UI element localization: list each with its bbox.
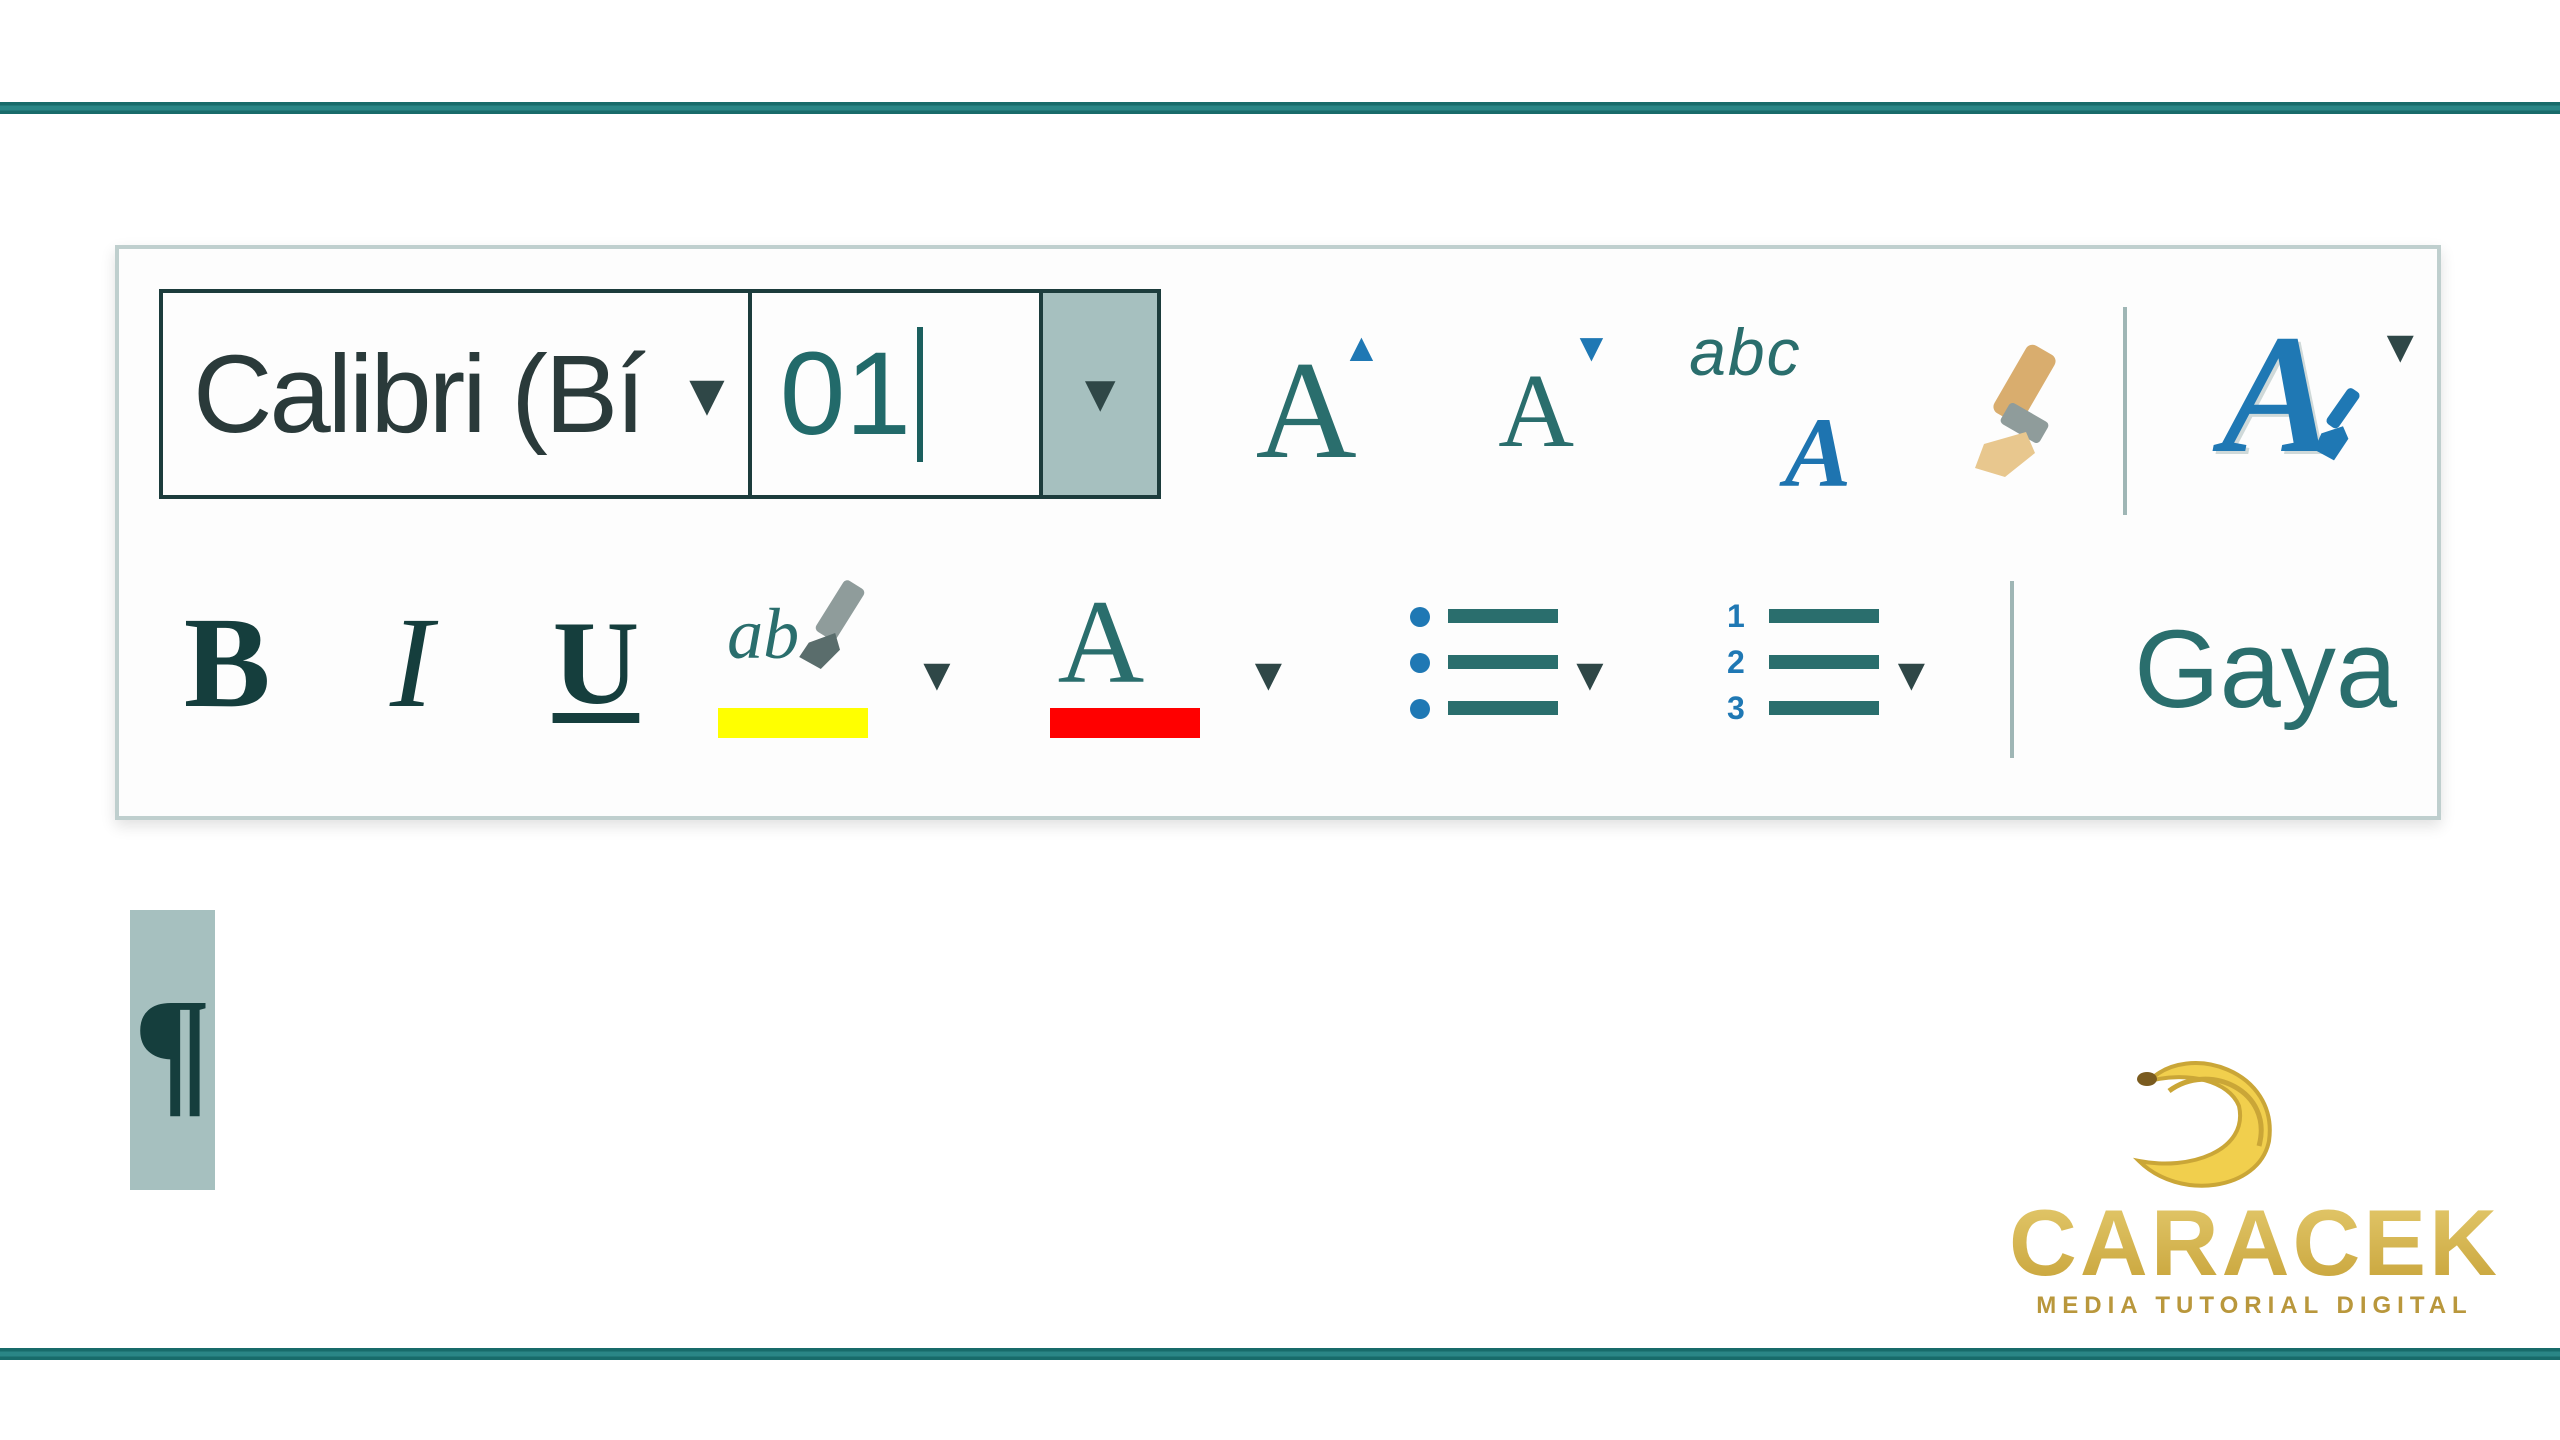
triangle-up-icon: ▲ <box>1342 326 1382 371</box>
separator <box>2123 307 2127 515</box>
styles-button[interactable]: Gaya <box>2134 563 2397 777</box>
font-size-value: 01 <box>780 326 911 462</box>
text-effects-button[interactable]: A ▼ <box>2159 289 2397 499</box>
bold-button[interactable]: B <box>159 563 295 763</box>
triangle-down-icon: ▼ <box>1572 326 1612 371</box>
banana-icon <box>2119 1051 2289 1201</box>
chevron-down-icon[interactable]: ▼ <box>1889 648 1935 701</box>
letter-a-icon: A <box>1498 350 1574 471</box>
chevron-down-icon[interactable]: ▼ <box>2377 319 2423 373</box>
italic-icon: I <box>390 588 433 738</box>
letter-a-icon: A <box>1058 573 1145 711</box>
styles-label-text: Gaya <box>2134 606 2397 733</box>
mini-toolbar: Calibri (Bí ▼ 01 ▼ A ▲ A ▼ abc A <box>115 245 2441 820</box>
paragraph-mark-selection[interactable]: ¶ <box>130 910 215 1190</box>
watermark-tagline: MEDIA TUTORIAL DIGITAL <box>2009 1292 2500 1320</box>
underline-icon: U <box>553 594 640 732</box>
chevron-down-icon[interactable]: ▼ <box>677 360 733 429</box>
watermark-logo: CARACEK MEDIA TUTORIAL DIGITAL <box>2009 1201 2500 1320</box>
numbered-list-button[interactable]: 1 2 3 ▼ <box>1687 563 1931 763</box>
font-color-button[interactable]: A ▼ <box>1044 563 1288 763</box>
font-size-dropdown-button[interactable]: ▼ <box>1039 293 1157 495</box>
letter-a-icon: A <box>1785 395 1852 510</box>
abc-label: abc <box>1689 314 1801 390</box>
bold-icon: B <box>184 588 271 738</box>
highlighter-pen-icon <box>768 573 888 693</box>
bulleted-list-icon <box>1402 593 1572 733</box>
font-family-combo[interactable]: Calibri (Bí ▼ <box>159 289 752 499</box>
grow-font-button[interactable]: A ▲ <box>1221 306 1391 516</box>
italic-button[interactable]: I <box>343 563 479 763</box>
text-caret-icon <box>917 327 923 462</box>
chevron-down-icon[interactable]: ▼ <box>914 648 960 701</box>
separator <box>2010 581 2014 759</box>
eraser-brush-icon <box>1936 336 2086 486</box>
chevron-down-icon: ▼ <box>1074 364 1125 424</box>
highlight-color-button[interactable]: ab ▼ <box>712 563 956 763</box>
change-case-button[interactable]: abc A <box>1681 306 1871 516</box>
svg-text:3: 3 <box>1727 690 1745 726</box>
shrink-font-button[interactable]: A ▼ <box>1451 306 1621 516</box>
bulleted-list-button[interactable]: ▼ <box>1365 563 1609 763</box>
chevron-down-icon[interactable]: ▼ <box>1246 648 1292 701</box>
font-size-combo[interactable]: 01 ▼ <box>752 289 1162 499</box>
pilcrow-icon: ¶ <box>133 967 211 1133</box>
watermark-brand: CARACEK <box>2009 1201 2500 1286</box>
numbered-list-icon: 1 2 3 <box>1723 593 1893 733</box>
clear-formatting-button[interactable] <box>1931 306 2091 516</box>
toolbar-row-2: B I U ab ▼ A ▼ ▼ <box>159 533 2397 777</box>
chevron-down-icon[interactable]: ▼ <box>1567 648 1613 701</box>
svg-text:1: 1 <box>1727 598 1745 634</box>
window-border-top <box>0 102 2560 114</box>
underline-button[interactable]: U <box>528 563 664 763</box>
font-size-input[interactable]: 01 <box>752 293 1040 495</box>
paintbrush-icon <box>2289 383 2379 473</box>
highlight-color-swatch <box>718 708 868 738</box>
svg-text:2: 2 <box>1727 644 1745 680</box>
font-color-swatch <box>1050 708 1200 738</box>
toolbar-row-1: Calibri (Bí ▼ 01 ▼ A ▲ A ▼ abc A <box>159 289 2397 533</box>
font-tools-group: A ▲ A ▼ abc A <box>1221 289 2091 533</box>
window-border-bottom <box>0 1348 2560 1360</box>
font-family-value: Calibri (Bí <box>193 331 669 458</box>
